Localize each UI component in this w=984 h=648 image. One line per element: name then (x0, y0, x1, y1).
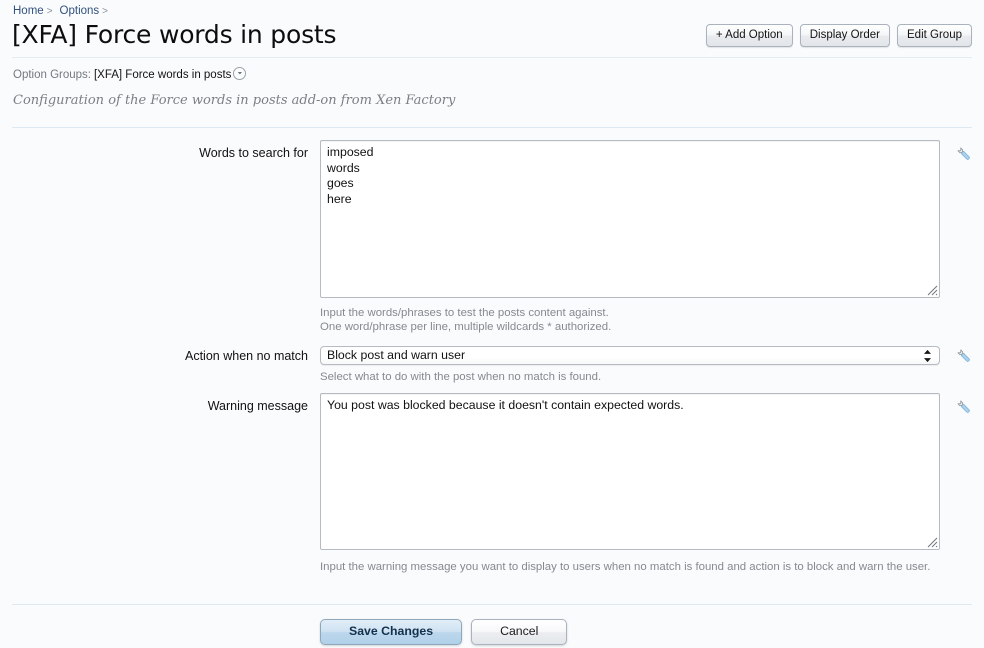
add-option-button[interactable]: + Add Option (705, 24, 793, 47)
wrench-icon[interactable] (955, 347, 973, 365)
stepper-arrows-icon (924, 349, 931, 362)
label-action-when-no-match: Action when no match (185, 349, 308, 363)
footer-button-group: Save Changes Cancel (320, 619, 568, 645)
display-order-button[interactable]: Display Order (799, 24, 891, 47)
words-to-search-for-field (320, 140, 940, 298)
action-when-no-match-select[interactable]: Block post and warn user (320, 346, 940, 365)
warning-message-input[interactable] (320, 393, 940, 550)
hint-words-line-2: One word/phrase per line, multiple wildc… (320, 321, 612, 333)
save-changes-button[interactable]: Save Changes (320, 619, 463, 645)
hint-words-line-1: Input the words/phrases to test the post… (320, 307, 609, 319)
wrench-icon[interactable] (955, 145, 973, 163)
cancel-button[interactable]: Cancel (471, 619, 568, 645)
action-when-no-match-selected-value: Block post and warn user (327, 348, 466, 362)
hint-action-line-1: Select what to do with the post when no … (320, 371, 602, 383)
label-warning-message: Warning message (207, 399, 308, 413)
footer-divider (12, 604, 972, 605)
wrench-icon[interactable] (955, 398, 973, 416)
header-button-group: + Add Option Display Order Edit Group (705, 24, 972, 47)
options-page: Home > Options > [XFA] Force words in posts… (0, 0, 984, 648)
edit-group-button[interactable]: Edit Group (897, 24, 972, 47)
words-to-search-for-input[interactable] (320, 140, 940, 298)
action-when-no-match-field: Block post and warn user (320, 346, 940, 365)
hint-warning-line-1: Input the warning message you want to di… (320, 561, 931, 573)
form-row-warning-message: Warning message Input the warning messag… (0, 0, 970, 573)
warning-message-field (320, 393, 940, 550)
